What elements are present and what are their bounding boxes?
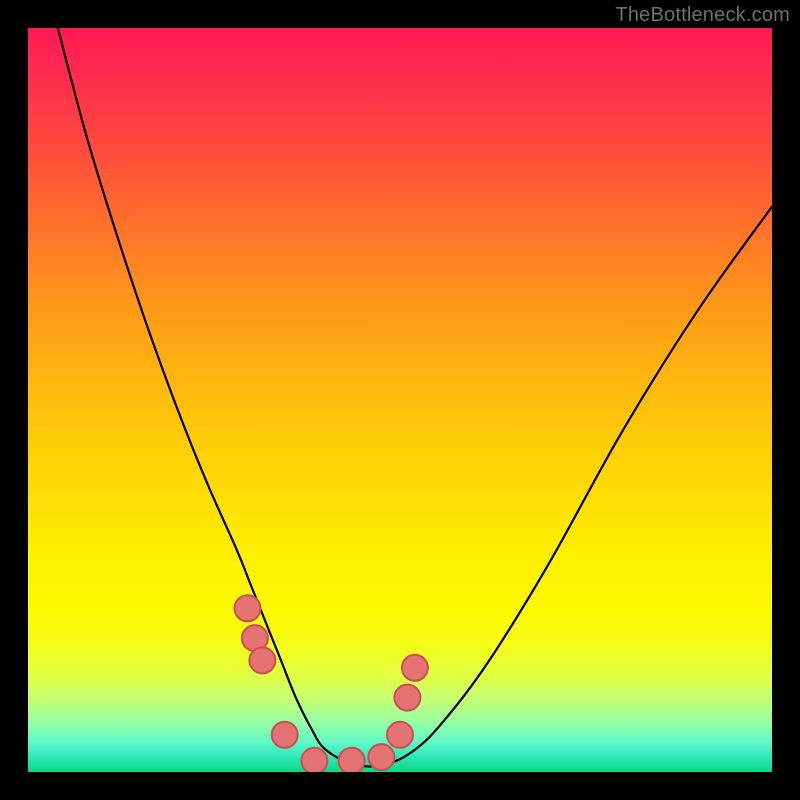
chart-plot-area <box>28 28 772 772</box>
watermark-text: TheBottleneck.com <box>615 4 790 27</box>
chart-frame: TheBottleneck.com <box>0 0 800 800</box>
chart-gradient-background <box>28 28 772 772</box>
